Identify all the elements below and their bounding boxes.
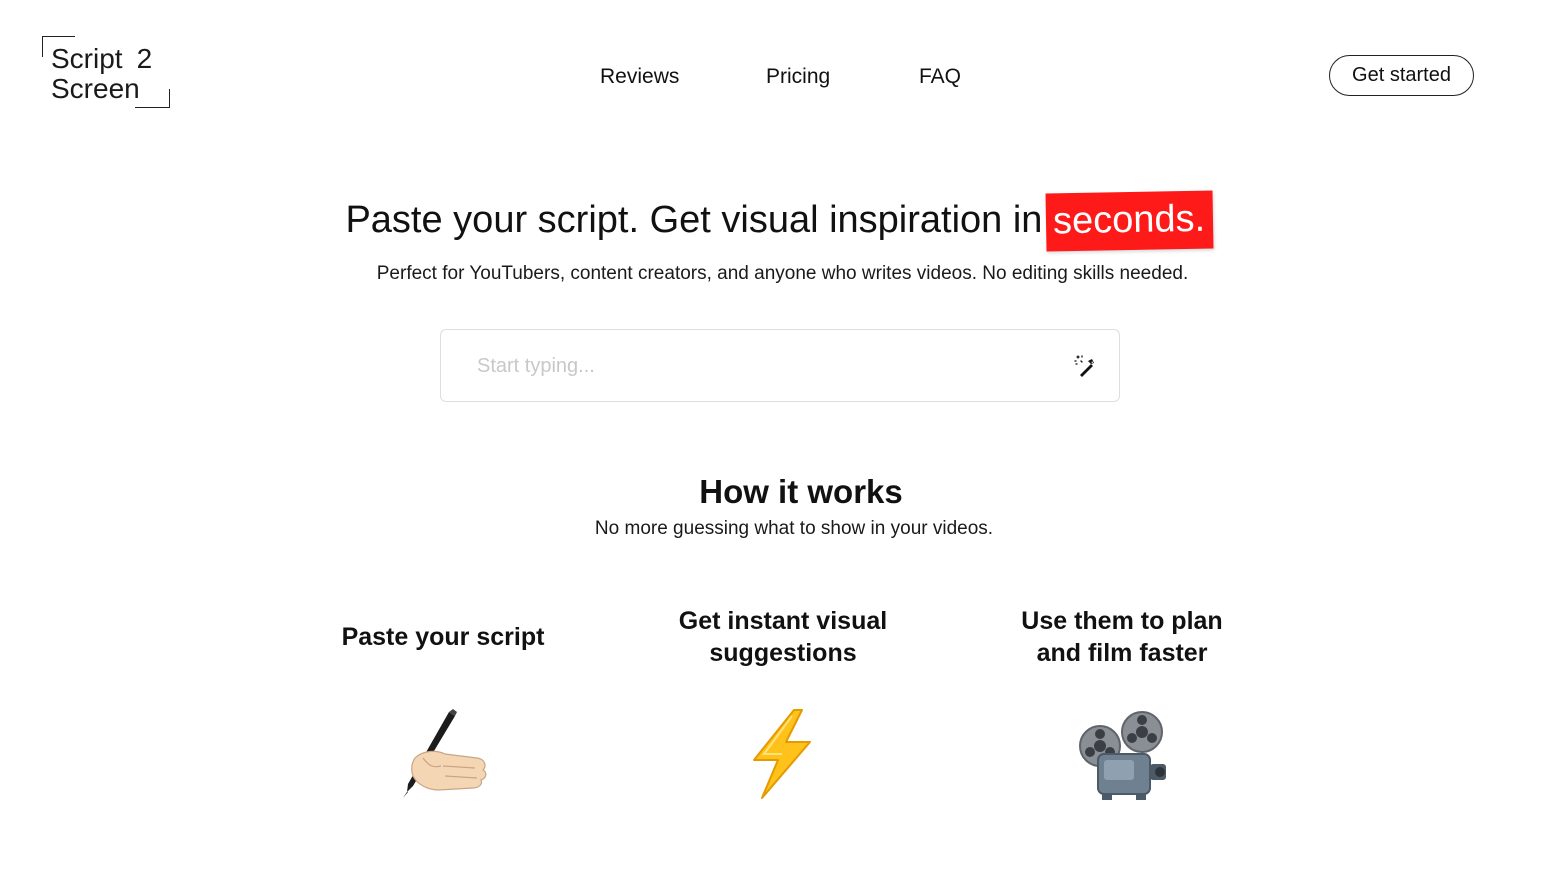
step-title-text: Use them to plan and film faster xyxy=(1021,607,1223,667)
step-title: Use them to plan and film faster xyxy=(972,605,1272,669)
step-title-text: Get instant visual suggestions xyxy=(678,607,888,667)
nav-pricing-link[interactable]: Pricing xyxy=(766,62,830,92)
nav-reviews-link[interactable]: Reviews xyxy=(600,62,679,92)
nav-faq-link[interactable]: FAQ xyxy=(919,62,961,92)
hero-title: Paste your script. Get visual inspiratio… xyxy=(0,190,1559,252)
step-visual-suggestions: Get instant visual suggestions xyxy=(633,605,933,669)
step-plan-film: Use them to plan and film faster xyxy=(972,605,1272,669)
step-title: Paste your script xyxy=(341,623,545,651)
main-nav: Reviews Pricing FAQ xyxy=(0,62,1559,92)
get-started-button[interactable]: Get started xyxy=(1329,55,1474,96)
hero-title-highlight: seconds. xyxy=(1045,190,1215,252)
how-it-works-title: How it works xyxy=(699,473,903,510)
lightning-icon xyxy=(753,709,811,799)
hero-title-text: Paste your script. Get visual inspiratio… xyxy=(345,199,1043,241)
step-paste-script: Paste your script xyxy=(293,605,593,669)
magic-wand-icon[interactable] xyxy=(1073,354,1097,378)
landing-page: Script 2 Screen Reviews Pricing FAQ Get s… xyxy=(0,0,1559,878)
step-title: Get instant visual suggestions xyxy=(633,605,933,669)
film-projector-icon xyxy=(1079,711,1166,800)
hero-subtitle: Perfect for YouTubers, content creators,… xyxy=(376,263,1189,284)
script-input[interactable] xyxy=(477,348,1057,384)
script-input-box xyxy=(440,329,1120,402)
writing-hand-icon xyxy=(403,709,487,798)
how-it-works-subtitle: No more guessing what to show in your vi… xyxy=(594,518,994,539)
